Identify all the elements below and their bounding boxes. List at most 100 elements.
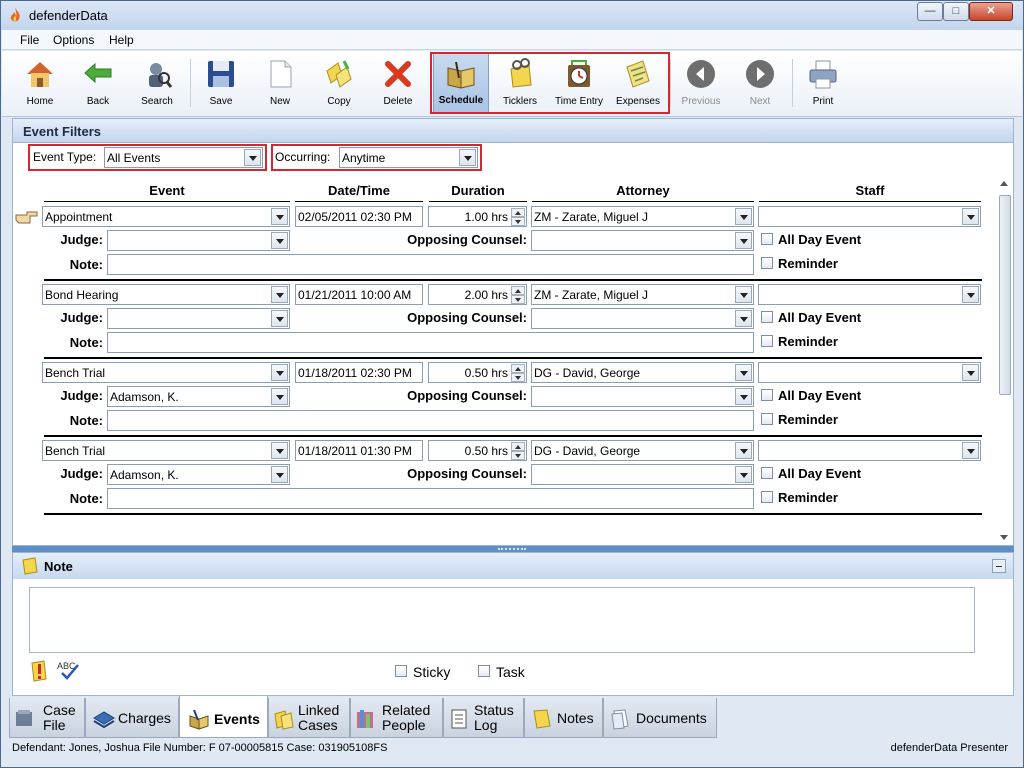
note-field[interactable] [107, 410, 754, 431]
chevron-down-icon[interactable] [735, 442, 752, 459]
maximize-button[interactable]: □ [943, 2, 969, 21]
chevron-down-icon[interactable] [735, 364, 752, 381]
staff-select[interactable] [758, 440, 981, 461]
spin-up-icon[interactable] [511, 208, 525, 217]
delete-button[interactable]: Delete [370, 53, 426, 113]
attorney-select[interactable]: ZM - Zarate, Miguel J [531, 206, 754, 227]
chevron-down-icon[interactable] [271, 232, 288, 249]
all-day-event-checkbox[interactable] [761, 233, 773, 245]
back-button[interactable]: Back [70, 53, 126, 113]
duration-stepper[interactable]: 0.50 hrs [428, 440, 527, 461]
collapse-icon[interactable] [992, 559, 1006, 573]
chevron-down-icon[interactable] [735, 466, 752, 483]
previous-button[interactable]: Previous [673, 53, 729, 113]
tab-charges[interactable]: Charges [85, 698, 179, 738]
all-day-event-checkbox[interactable] [761, 311, 773, 323]
chevron-down-icon[interactable] [271, 310, 288, 327]
chevron-down-icon[interactable] [271, 466, 288, 483]
event-select[interactable]: Bond Hearing [42, 284, 290, 305]
time-entry-button[interactable]: Time Entry [551, 53, 607, 113]
chevron-down-icon[interactable] [271, 364, 288, 381]
datetime-field[interactable]: 02/05/2011 02:30 PM [295, 206, 423, 227]
save-button[interactable]: Save [193, 53, 249, 113]
chevron-down-icon[interactable] [962, 364, 979, 381]
note-field[interactable] [107, 488, 754, 509]
schedule-button[interactable]: Schedule [433, 53, 489, 113]
vertical-scrollbar[interactable] [998, 179, 1012, 545]
note-field[interactable] [107, 254, 754, 275]
reminder-checkbox[interactable] [761, 413, 773, 425]
chevron-down-icon[interactable] [735, 208, 752, 225]
datetime-field[interactable]: 01/18/2011 01:30 PM [295, 440, 423, 461]
event-select[interactable]: Bench Trial [42, 362, 290, 383]
task-checkbox[interactable] [478, 665, 490, 677]
event-type-select[interactable]: All Events [104, 147, 263, 168]
opposing-counsel-select[interactable] [531, 230, 754, 251]
spin-down-icon[interactable] [511, 217, 525, 226]
datetime-field[interactable]: 01/18/2011 02:30 PM [295, 362, 423, 383]
attorney-select[interactable]: DG - David, George [531, 362, 754, 383]
reminder-checkbox[interactable] [761, 491, 773, 503]
opposing-counsel-select[interactable] [531, 386, 754, 407]
judge-select[interactable] [107, 308, 290, 329]
expenses-button[interactable]: Expenses [610, 53, 666, 113]
chevron-down-icon[interactable] [735, 286, 752, 303]
tab-notes[interactable]: Notes [524, 698, 603, 738]
chevron-down-icon[interactable] [735, 232, 752, 249]
reminder-checkbox[interactable] [761, 335, 773, 347]
duration-stepper[interactable]: 2.00 hrs [428, 284, 527, 305]
tab-documents[interactable]: Documents [603, 698, 717, 738]
staff-select[interactable] [758, 284, 981, 305]
chevron-down-icon[interactable] [962, 442, 979, 459]
scroll-up-icon[interactable] [1000, 181, 1008, 186]
all-day-event-checkbox[interactable] [761, 389, 773, 401]
new-button[interactable]: New [252, 53, 308, 113]
staff-select[interactable] [758, 206, 981, 227]
spin-up-icon[interactable] [511, 364, 525, 373]
menu-options[interactable]: Options [53, 33, 94, 47]
chevron-down-icon[interactable] [962, 286, 979, 303]
note-field[interactable] [107, 332, 754, 353]
attorney-select[interactable]: ZM - Zarate, Miguel J [531, 284, 754, 305]
chevron-down-icon[interactable] [271, 388, 288, 405]
home-button[interactable]: Home [12, 53, 68, 113]
tab-case-file[interactable]: Case File [9, 698, 85, 738]
opposing-counsel-select[interactable] [531, 464, 754, 485]
reminder-checkbox[interactable] [761, 257, 773, 269]
judge-select[interactable] [107, 230, 290, 251]
scrollbar-thumb[interactable] [999, 195, 1011, 395]
datetime-field[interactable]: 01/21/2011 10:00 AM [295, 284, 423, 305]
spin-down-icon[interactable] [511, 295, 525, 304]
chevron-down-icon[interactable] [271, 442, 288, 459]
tab-status-log[interactable]: Status Log [443, 698, 524, 738]
spell-check-icon[interactable]: ABC [56, 659, 82, 681]
spin-up-icon[interactable] [511, 286, 525, 295]
chevron-down-icon[interactable] [271, 208, 288, 225]
sticky-checkbox[interactable] [395, 665, 407, 677]
spin-down-icon[interactable] [511, 373, 525, 382]
minimize-button[interactable]: — [917, 2, 943, 21]
event-select[interactable]: Appointment [42, 206, 290, 227]
chevron-down-icon[interactable] [735, 310, 752, 327]
duration-stepper[interactable]: 1.00 hrs [428, 206, 527, 227]
spin-down-icon[interactable] [511, 451, 525, 460]
next-button[interactable]: Next [732, 53, 788, 113]
copy-button[interactable]: Copy [311, 53, 367, 113]
spin-up-icon[interactable] [511, 442, 525, 451]
scroll-down-icon[interactable] [1000, 535, 1008, 540]
ticklers-button[interactable]: Ticklers [492, 53, 548, 113]
chevron-down-icon[interactable] [459, 149, 476, 166]
attorney-select[interactable]: DG - David, George [531, 440, 754, 461]
opposing-counsel-select[interactable] [531, 308, 754, 329]
chevron-down-icon[interactable] [244, 149, 261, 166]
event-select[interactable]: Bench Trial [42, 440, 290, 461]
chevron-down-icon[interactable] [735, 388, 752, 405]
alert-note-icon[interactable] [29, 659, 49, 683]
staff-select[interactable] [758, 362, 981, 383]
occurring-select[interactable]: Anytime [339, 147, 478, 168]
tab-events[interactable]: Events [179, 696, 268, 738]
close-button[interactable]: ✕ [969, 2, 1013, 21]
chevron-down-icon[interactable] [962, 208, 979, 225]
tab-linked-cases[interactable]: Linked Cases [268, 698, 350, 738]
menu-help[interactable]: Help [109, 33, 134, 47]
